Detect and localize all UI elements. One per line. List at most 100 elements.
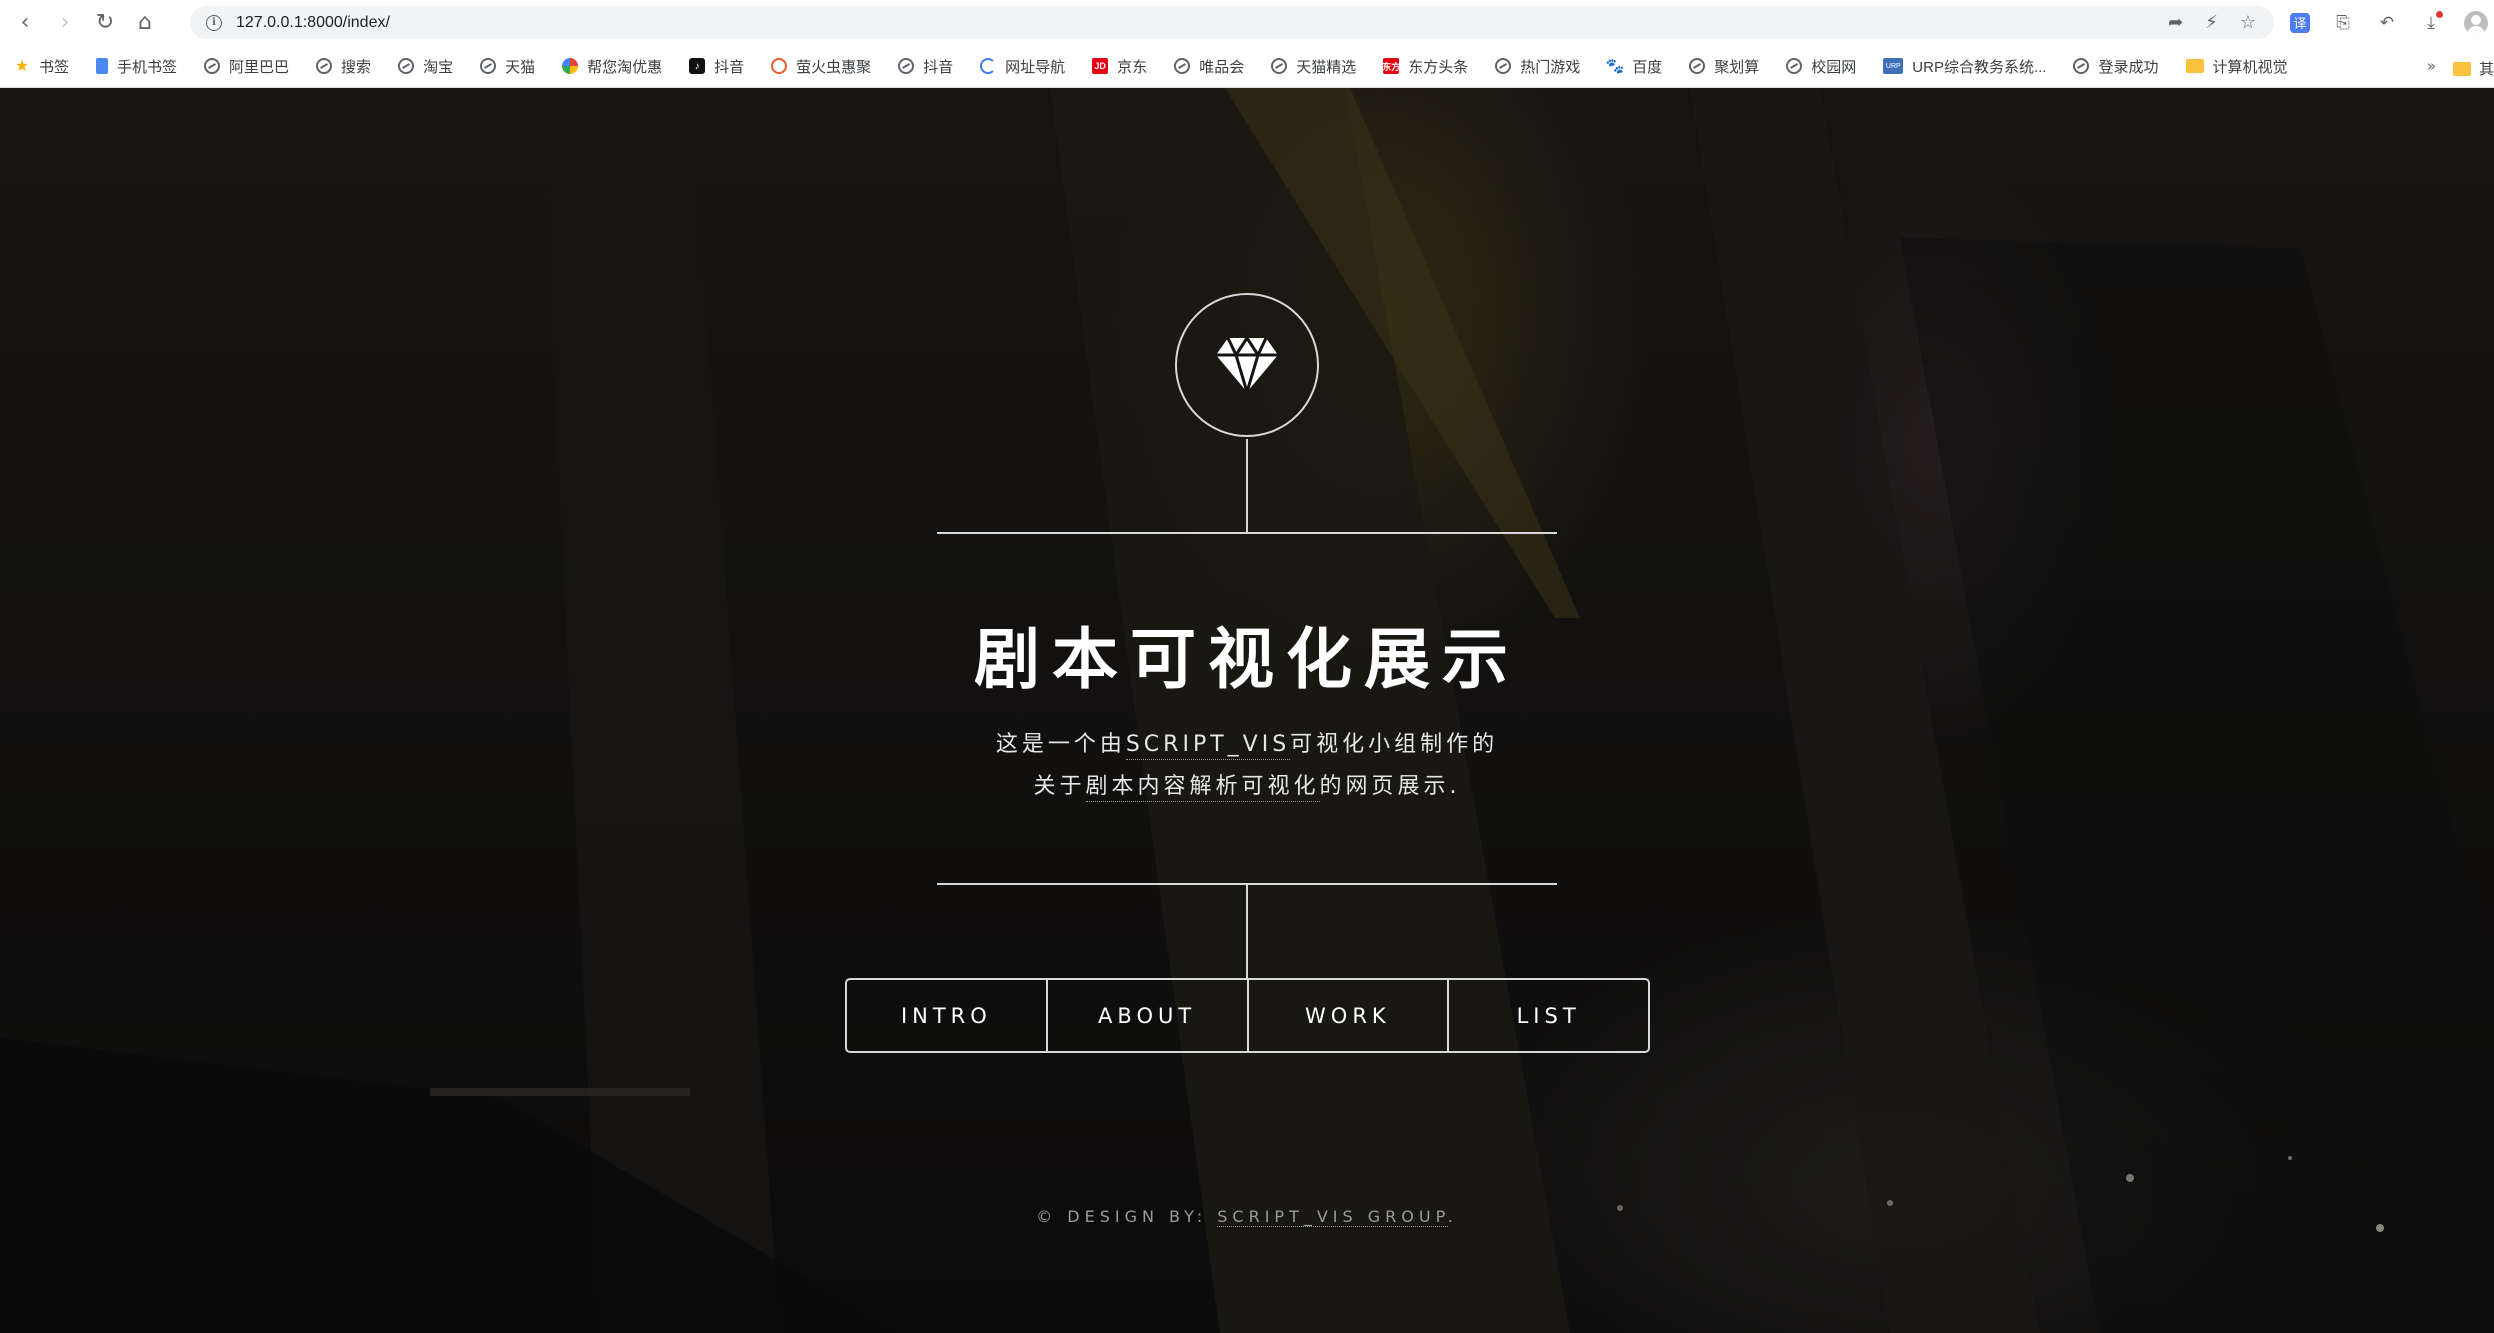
bookmark-label: 天猫精选 — [1296, 58, 1357, 76]
folder-icon — [2452, 61, 2471, 76]
footer-prefix: © DESIGN BY: — [1036, 1207, 1218, 1226]
color-icon — [562, 58, 579, 74]
reload-icon[interactable]: ↻ — [90, 8, 120, 38]
footer-suffix: . — [1447, 1207, 1458, 1226]
globe-icon — [1689, 58, 1706, 74]
back-icon[interactable]: ‹ — [10, 8, 40, 38]
news-icon: 东方 — [1382, 58, 1400, 74]
bookmark-label: 手机书签 — [117, 58, 178, 76]
bookmark-item[interactable]: 天猫精选 — [1271, 56, 1356, 77]
home-icon[interactable]: ⌂ — [130, 8, 160, 38]
translate-icon[interactable]: 译 — [2290, 12, 2310, 33]
bottom-connector — [1246, 884, 1248, 980]
desc-text: 关于 — [1033, 774, 1086, 799]
bookmark-item[interactable]: 东方 东方头条 — [1382, 56, 1469, 77]
info-icon[interactable]: i — [206, 14, 222, 31]
desc-group-name: SCRIPT_VIS — [1125, 732, 1291, 760]
extensions-icon[interactable]: ⎘ — [2332, 12, 2354, 34]
footer: © DESIGN BY: SCRIPT_VIS GROUP. — [0, 1207, 2494, 1227]
globe-icon — [2073, 58, 2090, 74]
bookmark-item[interactable]: 阿里巴巴 — [204, 56, 289, 77]
bookmark-label: 淘宝 — [423, 58, 454, 76]
desc-topic: 剧本内容解析可视化 — [1085, 774, 1320, 802]
bookmark-item[interactable]: 🐾 百度 — [1605, 56, 1662, 77]
folder-icon — [2185, 59, 2204, 73]
share-icon[interactable]: ➦ — [2168, 12, 2183, 33]
bookmark-item[interactable]: ♪ 抖音 — [689, 56, 744, 77]
bookmark-item[interactable]: 计算机视觉 — [2185, 56, 2288, 77]
nav-intro-button[interactable]: INTRO — [847, 980, 1046, 1051]
description-line-1: 这是一个由SCRIPT_VIS可视化小组制作的 — [0, 726, 2494, 760]
bookmark-item[interactable]: 手机书签 — [96, 56, 177, 77]
globe-icon — [204, 58, 221, 74]
globe-icon — [398, 58, 415, 74]
bookmark-label: 唯品会 — [1199, 58, 1245, 76]
desc-text: 这是一个由 — [995, 732, 1126, 757]
bookmark-label: 萤火虫惠聚 — [796, 58, 872, 76]
other-bookmarks-folder[interactable]: 其 — [2452, 58, 2494, 79]
page-title: 剧本可视化展示 — [974, 621, 1520, 698]
bookmark-label: URP综合教务系统... — [1912, 58, 2047, 76]
tiktok-icon: ♪ — [689, 58, 706, 74]
globe-icon — [898, 58, 915, 74]
desc-text: 可视化小组制作的 — [1290, 732, 1499, 757]
bookmark-label: 热门游戏 — [1520, 58, 1581, 76]
bookmark-item[interactable]: ★ 书签 — [14, 56, 69, 77]
bookmark-label: 天猫 — [505, 58, 536, 76]
bookmark-label: 登录成功 — [2098, 58, 2159, 76]
bookmark-label: 聚划算 — [1714, 58, 1760, 76]
bookmarks-bar: ★ 书签 手机书签 阿里巴巴 搜索 淘宝 天猫 帮您淘优惠 ♪ 抖音 萤火虫惠聚 抖音 网址导航 JD 京东… — [0, 45, 2494, 88]
paw-icon: 🐾 — [1605, 58, 1625, 75]
nav-list-button[interactable]: LIST — [1447, 980, 1648, 1051]
globe-icon — [316, 58, 333, 74]
download-icon[interactable]: ⤓ — [2420, 10, 2443, 34]
bookmark-item[interactable]: 天猫 — [480, 56, 535, 77]
bookmark-item[interactable]: 抖音 — [898, 56, 953, 77]
history-icon[interactable]: ↶ — [2376, 12, 2398, 34]
bookmark-item[interactable]: 搜索 — [316, 56, 371, 77]
address-bar[interactable]: i 127.0.0.1:8000/index/ ➦ ⚡ ☆ — [190, 6, 2274, 39]
bookmark-item[interactable]: 校园网 — [1786, 56, 1856, 77]
forward-icon[interactable]: › — [50, 8, 80, 38]
bookmark-label: 抖音 — [714, 58, 745, 76]
urp-icon: URP — [1883, 58, 1904, 74]
bookmark-label: 东方头条 — [1408, 58, 1469, 76]
bolt-icon[interactable]: ⚡ — [2205, 12, 2218, 33]
bookmark-item[interactable]: 热门游戏 — [1495, 56, 1580, 77]
globe-icon — [1495, 58, 1512, 74]
profile-avatar-icon[interactable] — [2464, 10, 2488, 35]
bookmark-item[interactable]: 登录成功 — [2073, 56, 2159, 77]
bookmark-item[interactable]: URP URP综合教务系统... — [1883, 56, 2046, 77]
description-line-2: 关于剧本内容解析可视化的网页展示. — [0, 768, 2494, 802]
browser-toolbar: ‹ › ↻ ⌂ i 127.0.0.1:8000/index/ ➦ ⚡ ☆ 译 … — [0, 0, 2494, 45]
swirl-icon — [980, 58, 997, 74]
bookmark-item[interactable]: 唯品会 — [1174, 56, 1244, 77]
bookmark-label: 抖音 — [923, 58, 954, 76]
top-connector — [1246, 439, 1248, 533]
page-content: 剧本可视化展示 这是一个由SCRIPT_VIS可视化小组制作的 关于剧本内容解析… — [0, 88, 2494, 1333]
footer-group-link[interactable]: SCRIPT_VIS GROUP — [1217, 1207, 1448, 1227]
bookmark-label: 校园网 — [1811, 58, 1857, 76]
url-text[interactable]: 127.0.0.1:8000/index/ — [236, 14, 390, 32]
globe-icon — [480, 58, 497, 74]
logo-circle — [1175, 293, 1319, 437]
bookmark-item[interactable]: JD 京东 — [1092, 56, 1147, 77]
bookmark-star-icon[interactable]: ☆ — [2240, 12, 2256, 33]
ring-icon — [771, 58, 788, 74]
star-icon: ★ — [14, 58, 30, 75]
bookmark-label: 阿里巴巴 — [229, 58, 290, 76]
nav-about-button[interactable]: ABOUT — [1045, 980, 1247, 1051]
globe-icon — [1271, 58, 1288, 74]
bookmark-item[interactable]: 萤火虫惠聚 — [771, 56, 871, 77]
bookmark-label: 京东 — [1117, 58, 1148, 76]
bookmark-item[interactable]: 聚划算 — [1689, 56, 1759, 77]
background-scenery — [0, 88, 2494, 1333]
bookmark-label: 网址导航 — [1005, 58, 1066, 76]
bookmark-label: 计算机视觉 — [2212, 58, 2288, 76]
nav-work-button[interactable]: WORK — [1246, 980, 1448, 1051]
bookmark-item[interactable]: 网址导航 — [980, 56, 1065, 77]
more-bookmarks-button[interactable]: » — [2427, 57, 2436, 75]
bookmark-item[interactable]: 帮您淘优惠 — [562, 56, 662, 77]
main-nav: INTRO ABOUT WORK LIST — [845, 978, 1650, 1053]
bookmark-item[interactable]: 淘宝 — [398, 56, 453, 77]
